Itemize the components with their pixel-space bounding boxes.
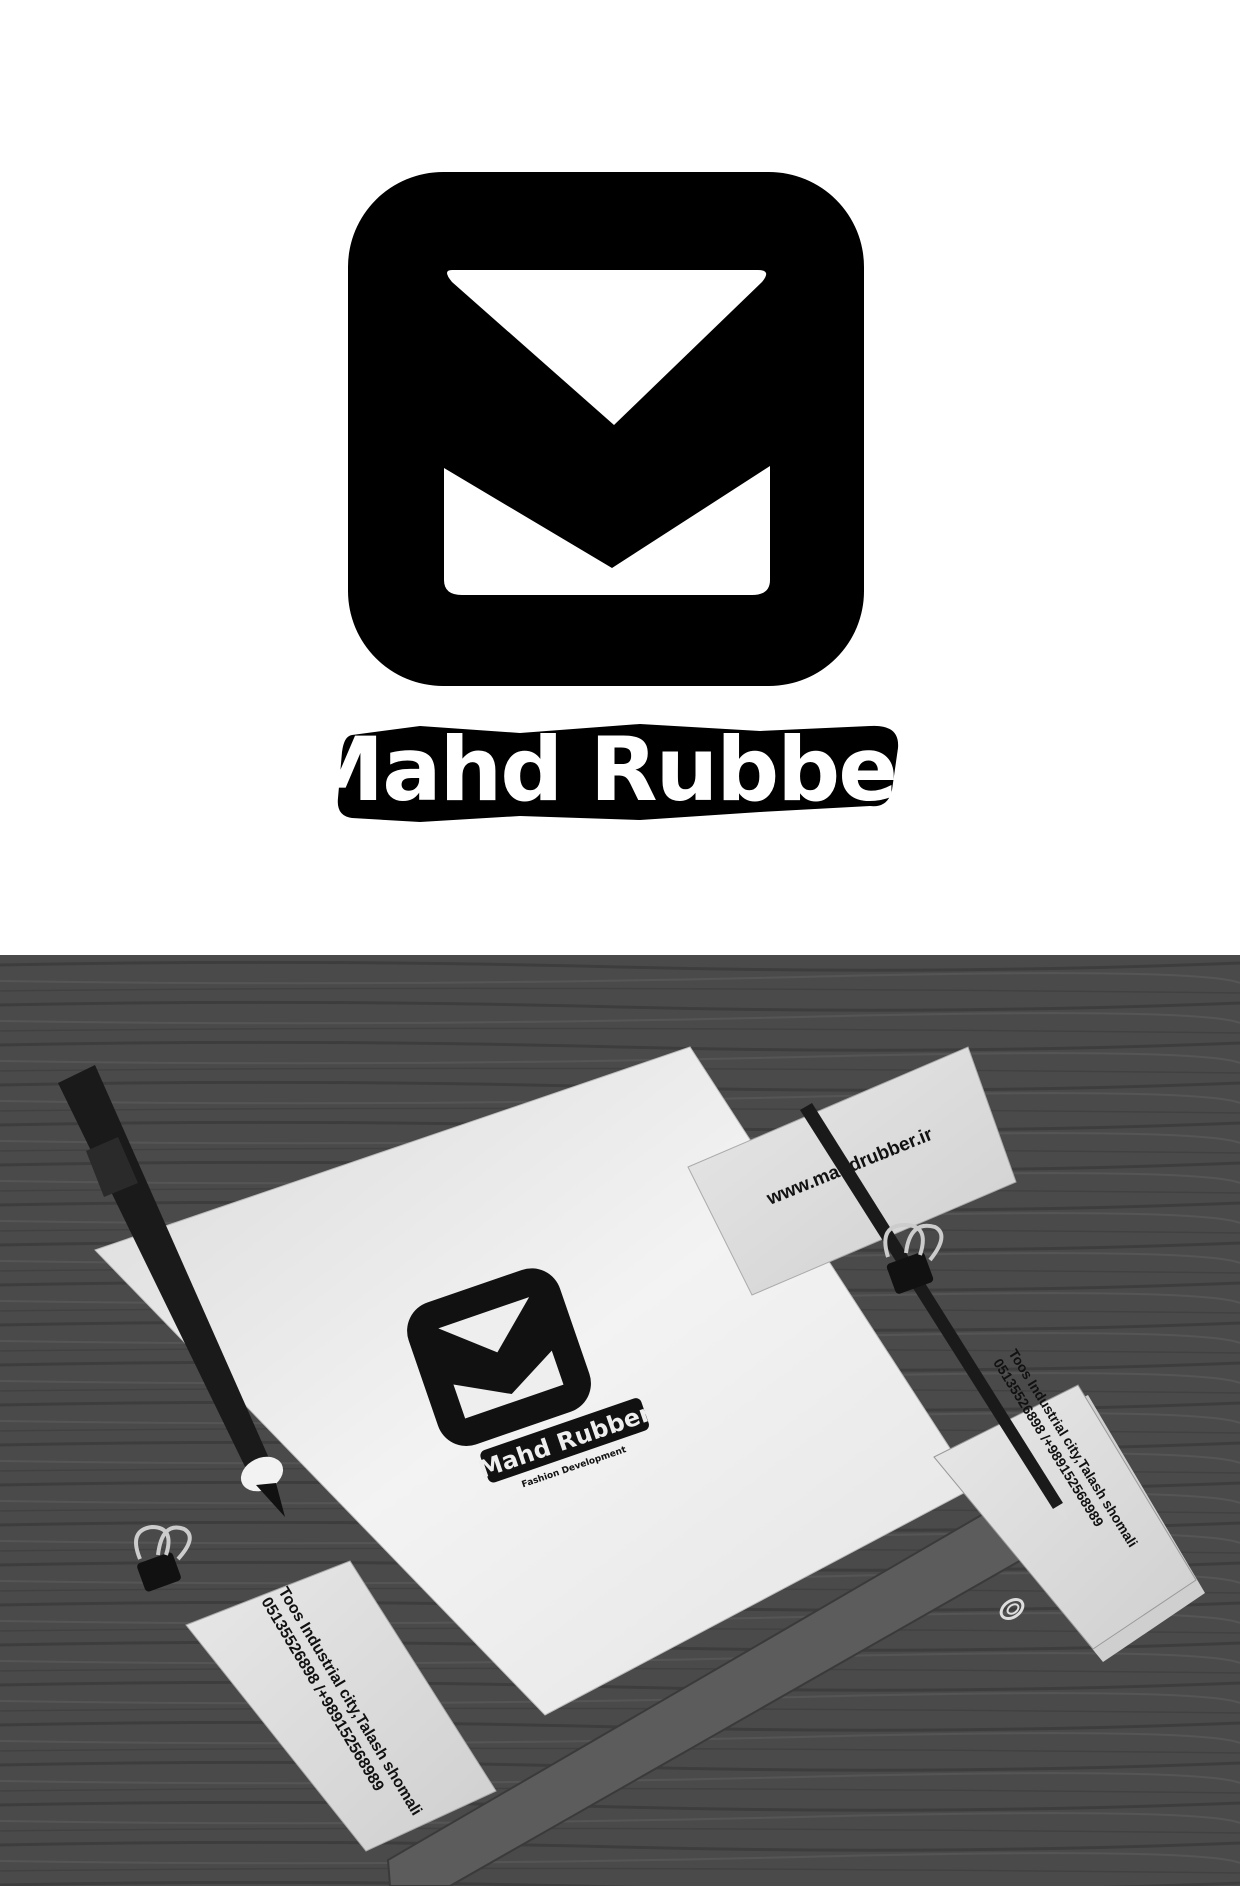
brand-wordmark: Mahd Rubber [297, 718, 940, 821]
logo-artwork: Mahd Rubber [297, 172, 942, 822]
mockup-scene: Mahd Rubber Fashion Development www.mahd… [0, 955, 1240, 1886]
wordmark-badge: Mahd Rubber [297, 718, 942, 822]
envelope-m-logo-icon [348, 172, 864, 686]
logo-presentation: Mahd Rubber [0, 0, 1240, 955]
stationery-mockup: Mahd Rubber Fashion Development www.mahd… [0, 955, 1240, 1886]
